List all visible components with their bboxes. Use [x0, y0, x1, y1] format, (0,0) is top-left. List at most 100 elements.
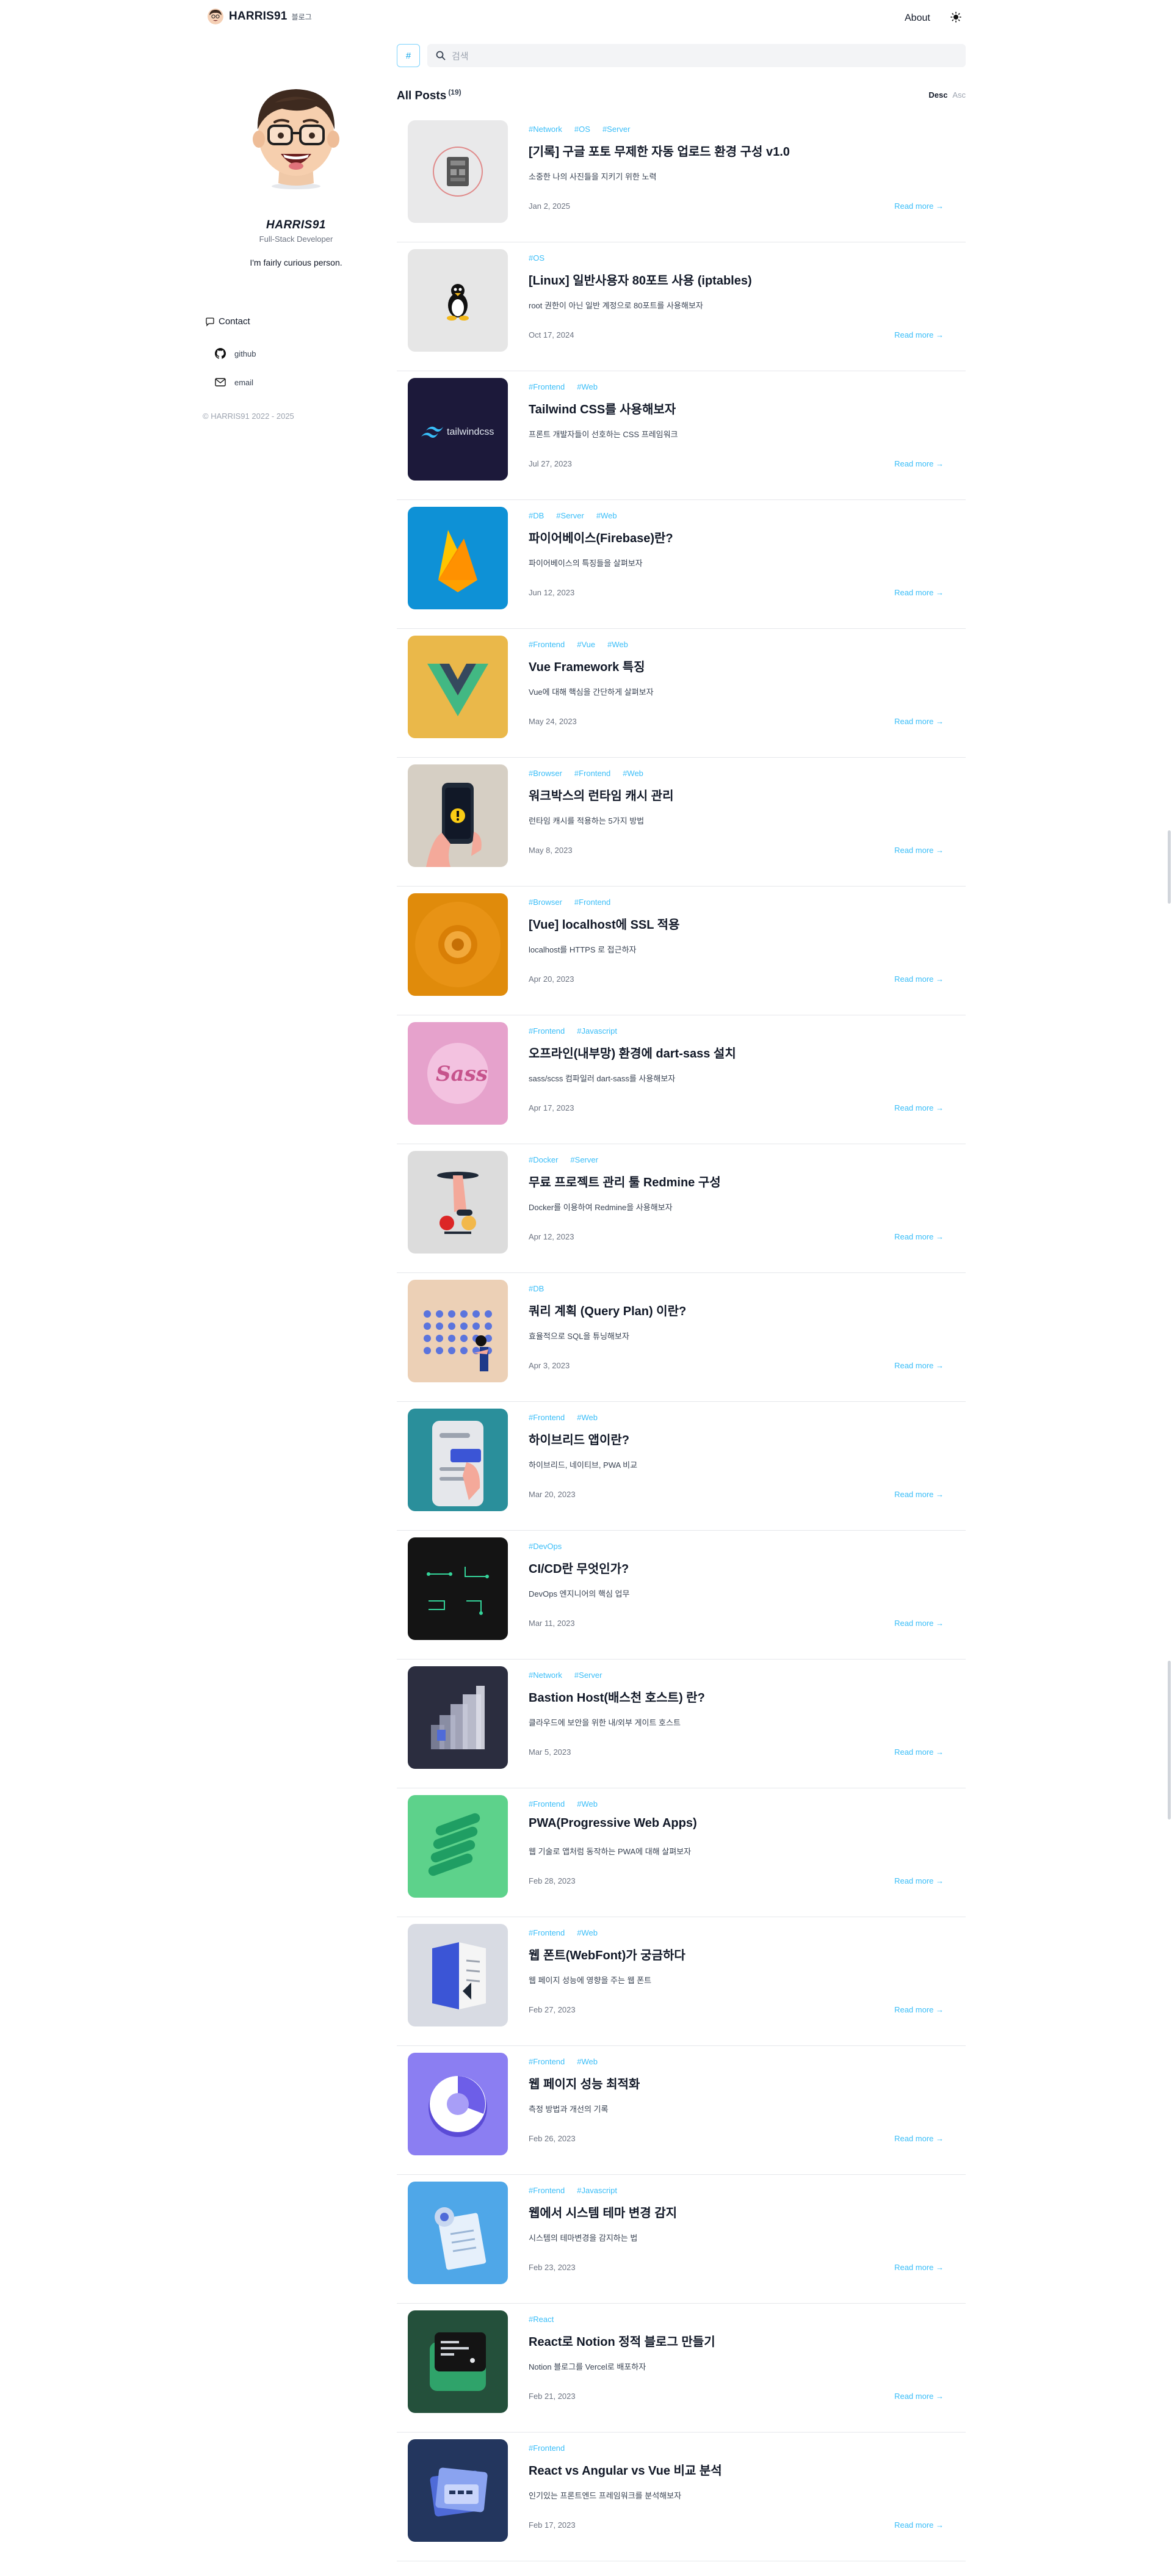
read-more-link[interactable]: Read more →	[894, 588, 944, 597]
read-more-link[interactable]: Read more →	[894, 201, 944, 211]
post-tag[interactable]: #Frontend	[529, 1413, 565, 1422]
scrollbar-thumb-secondary[interactable]	[1168, 1661, 1171, 1820]
read-more-link[interactable]: Read more →	[894, 2005, 944, 2014]
post-title[interactable]: 웹에서 시스템 테마 변경 감지	[529, 2203, 925, 2221]
post-thumbnail[interactable]	[408, 636, 508, 738]
post-thumbnail[interactable]: Sass	[408, 1022, 508, 1125]
post-title[interactable]: 워크박스의 런타임 캐시 관리	[529, 786, 925, 804]
post-tag[interactable]: #Web	[623, 769, 643, 778]
post-thumbnail[interactable]	[408, 2053, 508, 2155]
post-tag[interactable]: #Javascript	[577, 1026, 617, 1036]
read-more-link[interactable]: Read more →	[894, 1232, 944, 1241]
read-more-link[interactable]: Read more →	[894, 846, 944, 855]
post-thumbnail[interactable]	[408, 120, 508, 223]
post-thumbnail[interactable]	[408, 1666, 508, 1769]
post-tag[interactable]: #Server	[570, 1155, 598, 1164]
post-title[interactable]: Bastion Host(배스천 호스트) 란?	[529, 1688, 925, 1705]
tag-filter-button[interactable]: #	[397, 44, 420, 67]
post-card[interactable]: #Network #Server Bastion Host(배스천 호스트) 란? 클…	[397, 1660, 966, 1788]
scrollbar-thumb[interactable]	[1168, 830, 1171, 904]
page-scrollbar[interactable]	[1167, 0, 1172, 2576]
post-card[interactable]: #Browser #Frontend #Web 워크박스의 런타임 캐시 관리 런타임 …	[397, 758, 966, 887]
post-title[interactable]: PWA(Progressive Web Apps)	[529, 1816, 925, 1830]
post-card[interactable]: #Frontend #Web 웹 폰트(WebFont)가 궁금하다 웹 페이지 성능…	[397, 1917, 966, 2046]
read-more-link[interactable]: Read more →	[894, 717, 944, 726]
read-more-link[interactable]: Read more →	[894, 1619, 944, 1628]
post-thumbnail[interactable]	[408, 2310, 508, 2413]
post-card[interactable]: #Frontend #Vue #Web Vue Framework 특징 Vue에 대해…	[397, 629, 966, 758]
post-card[interactable]: tailwindcss #Frontend #Web Tailwind CSS를 사용…	[397, 371, 966, 500]
read-more-link[interactable]: Read more →	[894, 2392, 944, 2401]
post-tag[interactable]: #Frontend	[529, 1799, 565, 1809]
post-tag[interactable]: #Frontend	[529, 1026, 565, 1036]
post-thumbnail[interactable]	[408, 1924, 508, 2026]
post-title[interactable]: Tailwind CSS를 사용해보자	[529, 399, 925, 417]
post-thumbnail[interactable]: tailwindcss	[408, 378, 508, 481]
post-card[interactable]: #Frontend #Javascript 웹에서 시스템 테마 변경 감지 시스템의…	[397, 2175, 966, 2304]
post-tag[interactable]: #Frontend	[529, 2186, 565, 2195]
post-thumbnail[interactable]	[408, 1795, 508, 1898]
post-tag[interactable]: #Browser	[529, 898, 562, 907]
post-tag[interactable]: #Frontend	[529, 2057, 565, 2066]
post-thumbnail[interactable]	[408, 893, 508, 996]
post-tag[interactable]: #Frontend	[529, 640, 565, 649]
post-tag[interactable]: #Frontend	[574, 898, 610, 907]
post-tag[interactable]: #Browser	[529, 769, 562, 778]
post-title[interactable]: [Linux] 일반사용자 80포트 사용 (iptables)	[529, 270, 925, 288]
post-tag[interactable]: #Server	[602, 125, 631, 134]
post-tag[interactable]: #Web	[577, 2057, 598, 2066]
read-more-link[interactable]: Read more →	[894, 2263, 944, 2272]
post-tag[interactable]: #Web	[577, 1799, 598, 1809]
post-card[interactable]: #Network #OS #Server [기록] 구글 포토 무제한 자동 업로드 …	[397, 114, 966, 242]
post-tag[interactable]: #DB	[529, 1284, 544, 1293]
post-tag[interactable]: #Frontend	[529, 382, 565, 391]
post-tag[interactable]: #DevOps	[529, 1542, 562, 1551]
post-tag[interactable]: #Web	[577, 1413, 598, 1422]
post-thumbnail[interactable]	[408, 2439, 508, 2542]
post-tag[interactable]: #Web	[607, 640, 628, 649]
post-tag[interactable]: #Server	[556, 511, 584, 520]
sort-desc-button[interactable]: Desc	[928, 90, 947, 100]
search-input[interactable]	[450, 44, 953, 68]
read-more-link[interactable]: Read more →	[894, 1103, 944, 1112]
brand-home-link[interactable]: HARRIS91 블로그	[208, 9, 312, 24]
about-link[interactable]: About	[905, 13, 930, 24]
read-more-link[interactable]: Read more →	[894, 330, 944, 339]
post-tag[interactable]: #OS	[529, 253, 544, 263]
post-card[interactable]: Sass #Frontend #Javascript 오프라인(내부망) 환경에 da…	[397, 1015, 966, 1144]
read-more-link[interactable]: Read more →	[894, 1876, 944, 1885]
post-thumbnail[interactable]	[408, 249, 508, 352]
post-card[interactable]: #DB #Server #Web 파이어베이스(Firebase)란? 파이어베이스의 …	[397, 500, 966, 629]
post-title[interactable]: CI/CD란 무엇인가?	[529, 1559, 925, 1576]
post-tag[interactable]: #Network	[529, 125, 562, 134]
email-link[interactable]: email	[215, 377, 253, 387]
read-more-link[interactable]: Read more →	[894, 2134, 944, 2143]
read-more-link[interactable]: Read more →	[894, 459, 944, 468]
post-thumbnail[interactable]	[408, 1537, 508, 1640]
read-more-link[interactable]: Read more →	[894, 1361, 944, 1370]
post-tag[interactable]: #Web	[596, 511, 617, 520]
post-thumbnail[interactable]	[408, 2182, 508, 2284]
post-title[interactable]: 하이브리드 앱이란?	[529, 1430, 925, 1448]
read-more-link[interactable]: Read more →	[894, 2520, 944, 2530]
post-card[interactable]: #DB 쿼리 계획 (Query Plan) 이란? 효율적으로 SQL을 튜닝해보…	[397, 1273, 966, 1402]
post-thumbnail[interactable]	[408, 1151, 508, 1254]
theme-toggle-button[interactable]	[949, 10, 963, 24]
read-more-link[interactable]: Read more →	[894, 1747, 944, 1757]
post-title[interactable]: 오프라인(내부망) 환경에 dart-sass 설치	[529, 1043, 925, 1061]
post-title[interactable]: 웹 폰트(WebFont)가 궁금하다	[529, 1945, 925, 1963]
post-tag[interactable]: #Docker	[529, 1155, 558, 1164]
post-tag[interactable]: #React	[529, 2315, 554, 2324]
post-title[interactable]: Vue Framework 특징	[529, 657, 925, 675]
post-card[interactable]: #DevOps CI/CD란 무엇인가? DevOps 엔지니어의 핵심 업무 Mar…	[397, 1531, 966, 1660]
post-tag[interactable]: #Network	[529, 1671, 562, 1680]
post-card[interactable]: #Frontend #Web 웹 페이지 성능 최적화 측정 방법과 개선의 기록 Fe…	[397, 2046, 966, 2175]
post-tag[interactable]: #Frontend	[529, 2444, 565, 2453]
post-card[interactable]: #Frontend #Web PWA(Progressive Web Apps) 웹 …	[397, 1788, 966, 1917]
post-thumbnail[interactable]	[408, 1280, 508, 1382]
post-card[interactable]: #React React로 Notion 정적 블로그 만들기 Notion 블로그…	[397, 2304, 966, 2433]
post-title[interactable]: 웹 페이지 성능 최적화	[529, 2074, 925, 2092]
post-tag[interactable]: #DB	[529, 511, 544, 520]
post-card[interactable]: #Browser #Frontend [Vue] localhost에 SSL 적용…	[397, 887, 966, 1015]
post-title[interactable]: [Vue] localhost에 SSL 적용	[529, 915, 925, 932]
